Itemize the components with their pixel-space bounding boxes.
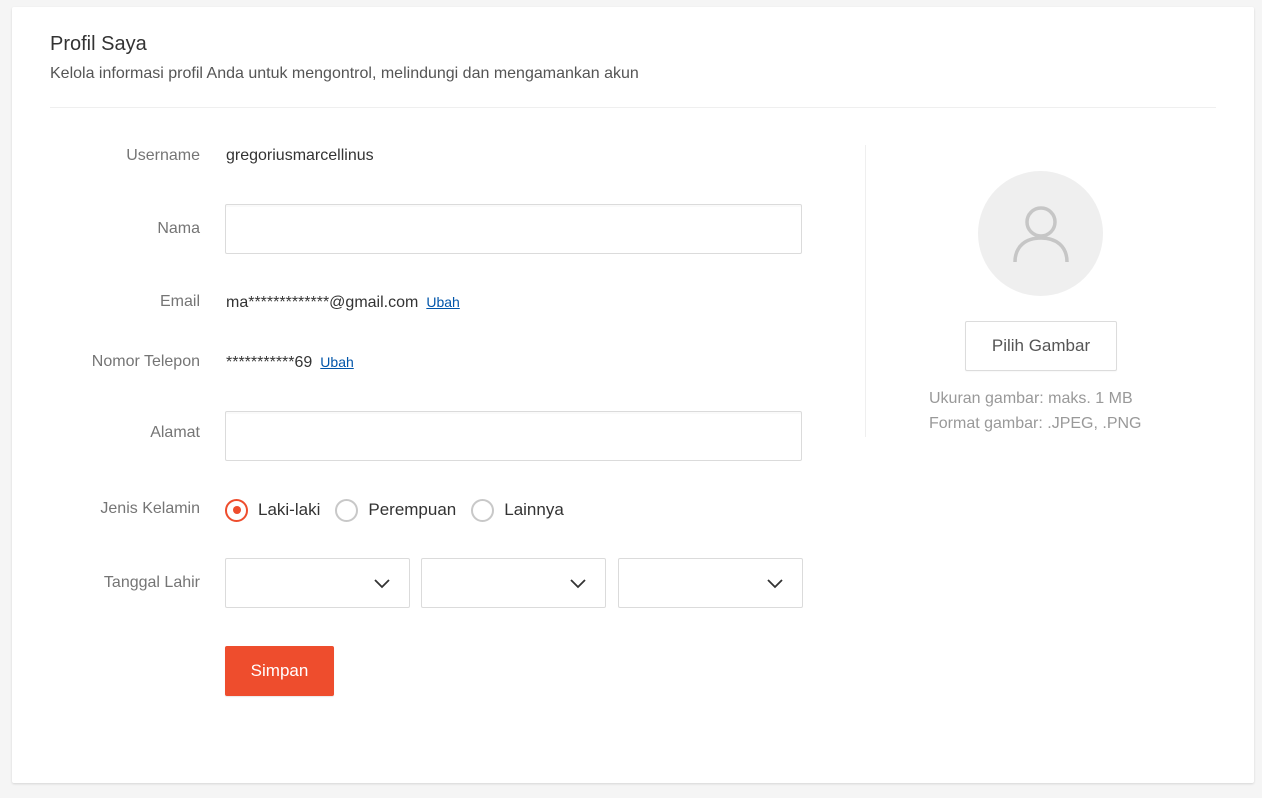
gender-option-label: Lainnya — [504, 500, 564, 519]
username-label: Username — [126, 147, 200, 164]
email-value: ma*************@gmail.com — [226, 294, 419, 311]
radio-checked[interactable] — [225, 498, 248, 522]
image-size-hint: Ukuran gambar: maks. 1 MB — [929, 390, 1133, 407]
gender-option-male[interactable]: Laki-laki — [225, 498, 321, 522]
profile-card: Profil Saya Kelola informasi profil Anda… — [12, 7, 1254, 783]
dob-year-select[interactable] — [618, 558, 803, 608]
page-title: Profil Saya — [50, 33, 147, 55]
phone-value: ***********69 — [226, 354, 313, 371]
chevron-down-icon — [767, 579, 783, 589]
radio-unchecked[interactable] — [335, 498, 359, 522]
vertical-divider — [865, 145, 866, 437]
phone-row: ***********69 Ubah — [226, 352, 354, 373]
chevron-down-icon — [374, 579, 390, 589]
radio-unchecked[interactable] — [471, 498, 495, 522]
address-label: Alamat — [150, 424, 200, 441]
gender-label: Jenis Kelamin — [100, 500, 200, 517]
gender-option-other[interactable]: Lainnya — [471, 498, 564, 522]
avatar — [978, 171, 1103, 296]
pick-image-button[interactable]: Pilih Gambar — [965, 321, 1117, 371]
image-format-hint: Format gambar: .JPEG, .PNG — [929, 415, 1142, 432]
name-label: Nama — [157, 220, 200, 237]
user-icon — [1012, 205, 1069, 262]
profile-header: Profil Saya Kelola informasi profil Anda… — [50, 7, 1216, 108]
dob-day-select[interactable] — [225, 558, 410, 608]
gender-radio-group: Laki-laki Perempuan Lainnya — [225, 497, 579, 523]
save-button[interactable]: Simpan — [225, 646, 334, 696]
email-label: Email — [159, 293, 200, 310]
chevron-down-icon — [570, 579, 586, 589]
dob-month-select[interactable] — [421, 558, 606, 608]
gender-option-label: Perempuan — [368, 500, 457, 519]
phone-label: Nomor Telepon — [91, 353, 200, 370]
dob-label: Tanggal Lahir — [103, 574, 200, 591]
phone-change-link[interactable]: Ubah — [320, 354, 353, 370]
gender-option-female[interactable]: Perempuan — [335, 498, 457, 522]
address-input[interactable] — [225, 411, 802, 461]
email-change-link[interactable]: Ubah — [426, 294, 459, 310]
email-row: ma*************@gmail.com Ubah — [226, 292, 460, 313]
gender-option-label: Laki-laki — [258, 500, 321, 519]
page-subtitle: Kelola informasi profil Anda untuk mengo… — [50, 65, 639, 82]
name-input[interactable] — [225, 204, 802, 254]
username-value: gregoriusmarcellinus — [226, 147, 374, 164]
